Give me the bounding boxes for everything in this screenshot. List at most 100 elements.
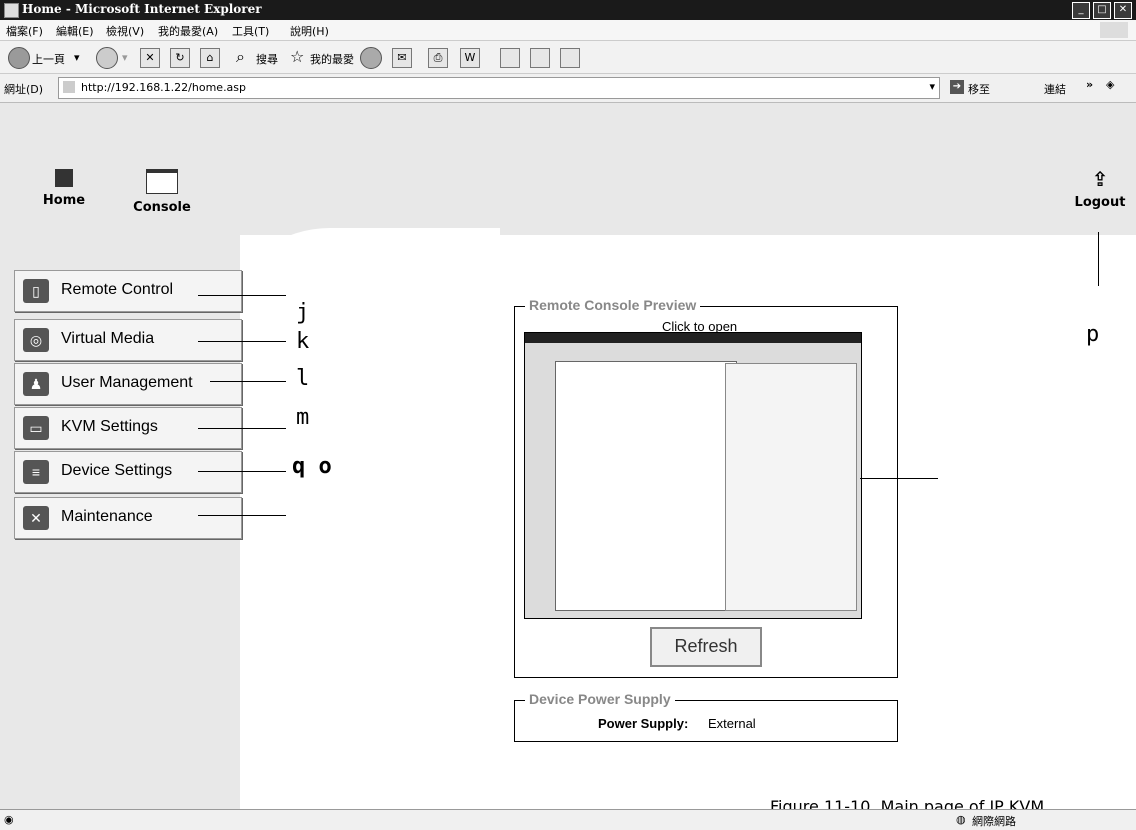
nav-device-settings-label: Device Settings — [61, 462, 173, 479]
content-corner — [240, 228, 500, 328]
leader-line-maintenance — [198, 515, 286, 516]
discuss-icon[interactable] — [500, 48, 520, 68]
menu-favorites[interactable]: 我的最愛(A) — [158, 23, 218, 39]
refresh-button[interactable]: Refresh — [650, 627, 762, 667]
internet-zone-icon: ◍ — [956, 813, 966, 826]
messenger-icon[interactable] — [560, 48, 580, 68]
device-settings-icon: ≡ — [23, 460, 49, 484]
stop-icon[interactable]: ✕ — [140, 48, 160, 68]
page-status-icon: ◉ — [4, 813, 14, 826]
forward-arrow-icon[interactable] — [96, 47, 118, 69]
device-power-supply-legend: Device Power Supply — [525, 691, 675, 707]
internet-zone-label: 網際網路 — [972, 815, 1016, 828]
console-icon — [146, 169, 178, 194]
nav-remote-control-label: Remote Control — [61, 281, 174, 298]
menu-edit[interactable]: 編輯(E) — [56, 23, 94, 39]
app-header: Home Console ⇪ Logout — [0, 103, 1136, 235]
favorites-star-icon[interactable]: ☆ — [290, 47, 304, 66]
mail-icon[interactable]: ✉ — [392, 48, 412, 68]
extension-icon[interactable]: ◈ — [1106, 78, 1114, 91]
page-icon — [63, 81, 75, 93]
nav-maintenance[interactable]: ✕ Maintenance — [14, 497, 242, 539]
refresh-icon[interactable]: ↻ — [170, 48, 190, 68]
links-button[interactable]: 連結 — [1044, 81, 1066, 97]
menu-view[interactable]: 檢視(V) — [106, 23, 144, 39]
device-power-supply-panel: Device Power Supply — [514, 691, 898, 742]
nav-remote-control[interactable]: ▯ Remote Control — [14, 270, 242, 312]
logout-label: Logout — [1074, 195, 1126, 210]
user-management-icon: ♟ — [23, 372, 49, 396]
history-icon[interactable] — [360, 47, 382, 69]
print-icon[interactable]: ⎙ — [428, 48, 448, 68]
preview-side-window — [725, 363, 857, 611]
window-title: Home - Microsoft Internet Explorer — [22, 2, 262, 16]
nav-virtual-media[interactable]: ◎ Virtual Media — [14, 319, 242, 361]
go-arrow-icon[interactable]: ➔ — [950, 80, 964, 94]
leader-line-j — [198, 295, 286, 296]
address-dropdown-icon[interactable]: ▾ — [929, 80, 935, 93]
chevron-right-icon[interactable]: » — [1086, 78, 1093, 91]
console-label: Console — [133, 200, 191, 215]
address-label: 網址(D) — [4, 83, 44, 96]
back-arrow-icon[interactable] — [8, 47, 30, 69]
edit-icon[interactable]: W — [460, 48, 480, 68]
address-bar: 網址(D) http://192.168.1.22/home.asp ▾ ➔ 移… — [0, 74, 1136, 103]
home-label: Home — [42, 193, 86, 208]
nav-device-settings[interactable]: ≡ Device Settings — [14, 451, 242, 493]
research-icon[interactable] — [530, 48, 550, 68]
leader-line-qo — [198, 471, 286, 472]
address-input[interactable]: http://192.168.1.22/home.asp ▾ — [58, 77, 940, 99]
virtual-media-icon: ◎ — [23, 328, 49, 352]
minimize-button[interactable]: _ — [1072, 2, 1090, 19]
forward-dropdown-icon[interactable]: ▾ — [122, 51, 128, 64]
nav-maintenance-label: Maintenance — [61, 508, 153, 525]
callout-k: k — [296, 329, 310, 354]
leader-line-m — [198, 428, 286, 429]
leader-line-l — [210, 381, 286, 382]
home-toolbar-icon[interactable]: ⌂ — [200, 48, 220, 68]
callout-l: l — [296, 366, 310, 391]
address-url: http://192.168.1.22/home.asp — [81, 81, 247, 94]
menu-file[interactable]: 檔案(F) — [6, 23, 43, 39]
menu-tools[interactable]: 工具(T) — [232, 23, 269, 39]
home-icon — [55, 169, 73, 187]
close-button[interactable]: ✕ — [1114, 2, 1132, 19]
remote-control-icon: ▯ — [23, 279, 49, 303]
search-button-label[interactable]: 搜尋 — [256, 51, 278, 67]
windows-logo-icon — [1100, 22, 1128, 38]
power-supply-label: Power Supply: — [598, 716, 689, 731]
remote-console-preview-image[interactable] — [524, 332, 862, 619]
leader-line-k — [198, 341, 286, 342]
callout-qo: q o — [292, 454, 332, 479]
go-button[interactable]: 移至 — [968, 81, 990, 97]
toolbar: 上一頁 ▾ ▾ ✕ ↻ ⌂ ⌕ 搜尋 ☆ 我的最愛 ✉ ⎙ W — [0, 41, 1136, 74]
menu-help[interactable]: 說明(H) — [290, 23, 329, 39]
back-button-label[interactable]: 上一頁 — [32, 51, 65, 67]
search-icon[interactable]: ⌕ — [236, 47, 245, 67]
preview-browser-window — [555, 361, 737, 611]
menu-bar: 檔案(F) 編輯(E) 檢視(V) 我的最愛(A) 工具(T) 說明(H) — [0, 20, 1136, 41]
nav-user-management[interactable]: ♟ User Management — [14, 363, 242, 405]
nav-user-management-label: User Management — [61, 374, 193, 391]
home-nav-button[interactable]: Home — [36, 169, 92, 208]
ie-icon — [4, 3, 19, 18]
remote-console-preview-legend: Remote Console Preview — [525, 297, 701, 313]
nav-virtual-media-label: Virtual Media — [61, 330, 155, 347]
callout-m: m — [296, 405, 310, 430]
logout-icon: ⇪ — [1091, 167, 1109, 191]
callout-j: j — [296, 300, 310, 325]
kvm-settings-icon: ▭ — [23, 416, 49, 440]
console-nav-button[interactable]: Console — [124, 169, 200, 215]
maintenance-icon: ✕ — [23, 506, 49, 530]
logout-nav-button[interactable]: ⇪ Logout — [1070, 169, 1130, 210]
callout-p: p — [1086, 322, 1100, 347]
title-bar: Home - Microsoft Internet Explorer _ □ ✕ — [0, 0, 1136, 20]
favorites-button-label[interactable]: 我的最愛 — [310, 51, 354, 67]
leader-line-preview — [860, 478, 938, 479]
back-dropdown-icon[interactable]: ▾ — [74, 51, 80, 64]
nav-kvm-settings-label: KVM Settings — [61, 418, 158, 435]
maximize-button[interactable]: □ — [1093, 2, 1111, 19]
preview-titlebar — [525, 333, 861, 343]
power-supply-value: External — [708, 716, 756, 731]
leader-line-p — [1098, 232, 1099, 286]
